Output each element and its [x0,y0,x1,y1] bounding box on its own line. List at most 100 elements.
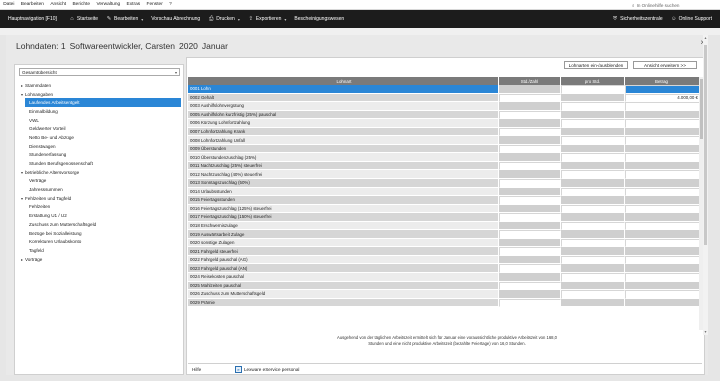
std-zahl-cell[interactable] [499,247,561,256]
pro-std-cell[interactable] [561,187,625,197]
betrag-cell[interactable] [625,221,702,231]
std-zahl-cell[interactable] [499,136,561,145]
betrag-cell[interactable] [625,136,702,145]
betrag-cell[interactable] [625,161,702,171]
betrag-cell[interactable] [625,281,702,291]
table-row[interactable]: 0022 Fahrgeld pauschal (AG) [188,255,702,265]
std-zahl-cell[interactable] [499,281,561,291]
table-row[interactable]: 0008 Lohnfortzahlung Unfall [188,136,702,145]
std-zahl-cell[interactable] [499,213,561,222]
pro-std-cell[interactable] [561,238,625,248]
lohnart-cell[interactable]: 0008 Lohnfortzahlung Unfall [188,136,499,145]
table-row[interactable]: 0003 Aushilfslohnvergütung [188,102,702,111]
menu-ansicht[interactable]: Ansicht [47,2,69,7]
menu-berichte[interactable]: Berichte [69,2,93,7]
tree-item[interactable]: Laufendes Arbeitsentgelt [25,98,181,108]
pro-std-cell[interactable] [561,144,625,154]
menu-bearbeiten[interactable]: Bearbeiten [18,2,48,7]
betrag-cell[interactable] [625,153,702,162]
lohnart-cell[interactable]: 0026 Zuschuss zum Mutterschaftsgeld [188,290,499,299]
hilfe-link[interactable]: Hilfe [192,367,201,372]
table-row[interactable]: 0005 Aushilfslohn kurzfristig (25%) paus… [188,110,702,120]
betrag-cell[interactable] [625,102,702,111]
menu-help[interactable]: ? [166,2,175,7]
window-scrollbar-thumb[interactable] [704,45,707,245]
window-scrollbar[interactable]: ▴ ▾ [703,35,708,335]
std-zahl-cell[interactable] [499,110,561,120]
lohnart-cell[interactable]: 0015 Feiertagsstunden [188,196,499,205]
lohnart-cell[interactable]: 0007 Lohnfortzahlung Krank [188,127,499,137]
pro-std-cell[interactable] [561,247,625,256]
tree-item[interactable]: Bezüge bei Sozialleistung [19,229,181,238]
vorschau-button[interactable]: Vorschau Abrechnung [147,10,204,28]
pro-std-cell[interactable] [561,230,625,239]
std-zahl-cell[interactable] [499,170,561,180]
table-row[interactable]: 0014 Urlaubsstunden [188,187,702,197]
betrag-cell[interactable] [625,230,702,239]
online-support-button[interactable]: ☺ Online Support [667,10,716,28]
pro-std-cell[interactable] [561,93,625,103]
lohnart-cell[interactable]: 0006 Kürzung Lohnfortzahlung [188,119,499,128]
lohnart-cell[interactable]: 0023 Fahrgeld pauschal (AN) [188,264,499,274]
exportieren-button[interactable]: ⇪ Exportieren ▾ [244,10,291,28]
betrag-cell[interactable] [625,213,702,222]
view-select[interactable]: Gesamtübersicht ▾ [19,68,180,76]
betrag-cell[interactable] [625,264,702,274]
lohnart-cell[interactable]: 0013 Sonntagszuschlag (50%) [188,179,499,188]
table-row[interactable]: 0021 Fahrgeld steuerfrei [188,247,702,256]
table-row[interactable]: 0001 Lohn [188,85,702,94]
menu-verwaltung[interactable]: Verwaltung [93,2,123,7]
pro-std-cell[interactable] [561,127,625,137]
lohnart-cell[interactable]: 0012 Nachtzuschlag (40%) steuerfrei [188,170,499,180]
tree-item[interactable]: Tagfeld [19,246,181,255]
pro-std-cell[interactable] [561,85,625,94]
std-zahl-cell[interactable] [499,144,561,154]
std-zahl-cell[interactable] [499,230,561,239]
std-zahl-cell[interactable] [499,127,561,137]
lohnart-cell[interactable]: 0011 Nachtzuschlag (25%) steuerfrei [188,161,499,171]
table-row[interactable]: 0002 Gehalt 4.000,00 € [188,93,702,103]
betrag-cell[interactable] [625,119,702,128]
lohnart-cell[interactable]: 0022 Fahrgeld pauschal (AG) [188,255,499,265]
std-zahl-cell[interactable] [499,187,561,197]
table-row[interactable]: 0007 Lohnfortzahlung Krank [188,127,702,137]
pro-std-cell[interactable] [561,298,625,308]
betrag-cell[interactable] [625,247,702,256]
betrag-cell[interactable] [625,179,702,188]
lohnart-cell[interactable]: 0025 Mahlzeiten pauschal [188,281,499,291]
table-row[interactable]: 0018 Erschwerniszulage [188,221,702,231]
std-zahl-cell[interactable] [499,153,561,162]
std-zahl-cell[interactable] [499,298,561,308]
tree-item[interactable]: ▾ betriebliche Altersvorsorge [19,168,181,177]
lohnarten-toggle-button[interactable]: Lohnarten ein-/ausblenden [564,61,628,69]
table-row[interactable]: 0024 Reisekosten pauschal [188,273,702,282]
betrag-cell[interactable] [625,204,702,214]
std-zahl-cell[interactable] [499,273,561,282]
std-zahl-cell[interactable] [499,290,561,299]
lohnart-cell[interactable]: 0024 Reisekosten pauschal [188,273,499,282]
lohnart-cell[interactable]: 0014 Urlaubsstunden [188,187,499,197]
std-zahl-cell[interactable] [499,102,561,111]
std-zahl-cell[interactable] [499,221,561,231]
table-row[interactable]: 0029 Prämie [188,298,702,308]
lohnart-cell[interactable]: 0001 Lohn [188,85,499,94]
pro-std-cell[interactable] [561,153,625,162]
tree-item[interactable]: Jahresssummen [19,185,181,194]
tree-item[interactable]: Zuschuss zum Mutterschaftsgeld [19,220,181,229]
pro-std-cell[interactable] [561,264,625,274]
betrag-cell[interactable] [625,127,702,137]
tree-item[interactable]: VWL [19,116,181,125]
search-input[interactable]: In Onlinehilfe suchen [637,3,680,8]
eservice-button[interactable]: e Lexware eService personal [235,366,299,373]
lohnart-cell[interactable]: 0029 Prämie [188,298,499,308]
lohnart-cell[interactable]: 0005 Aushilfslohn kurzfristig (25%) paus… [188,110,499,120]
pro-std-cell[interactable] [561,119,625,128]
lohnart-cell[interactable]: 0017 Feiertagszuschlag (150%) steuerfrei [188,213,499,222]
lohnart-cell[interactable]: 0018 Erschwerniszulage [188,221,499,231]
std-zahl-cell[interactable] [499,85,561,94]
std-zahl-cell[interactable] [499,93,561,103]
tree-item[interactable]: Dienstwagen [19,142,181,151]
tree-item[interactable]: ▾ Lohnangaben [19,90,181,99]
tree-item[interactable]: ▾ Fehlzeiten und Tagfeld [19,194,181,203]
menu-extras[interactable]: Extras [123,2,143,7]
